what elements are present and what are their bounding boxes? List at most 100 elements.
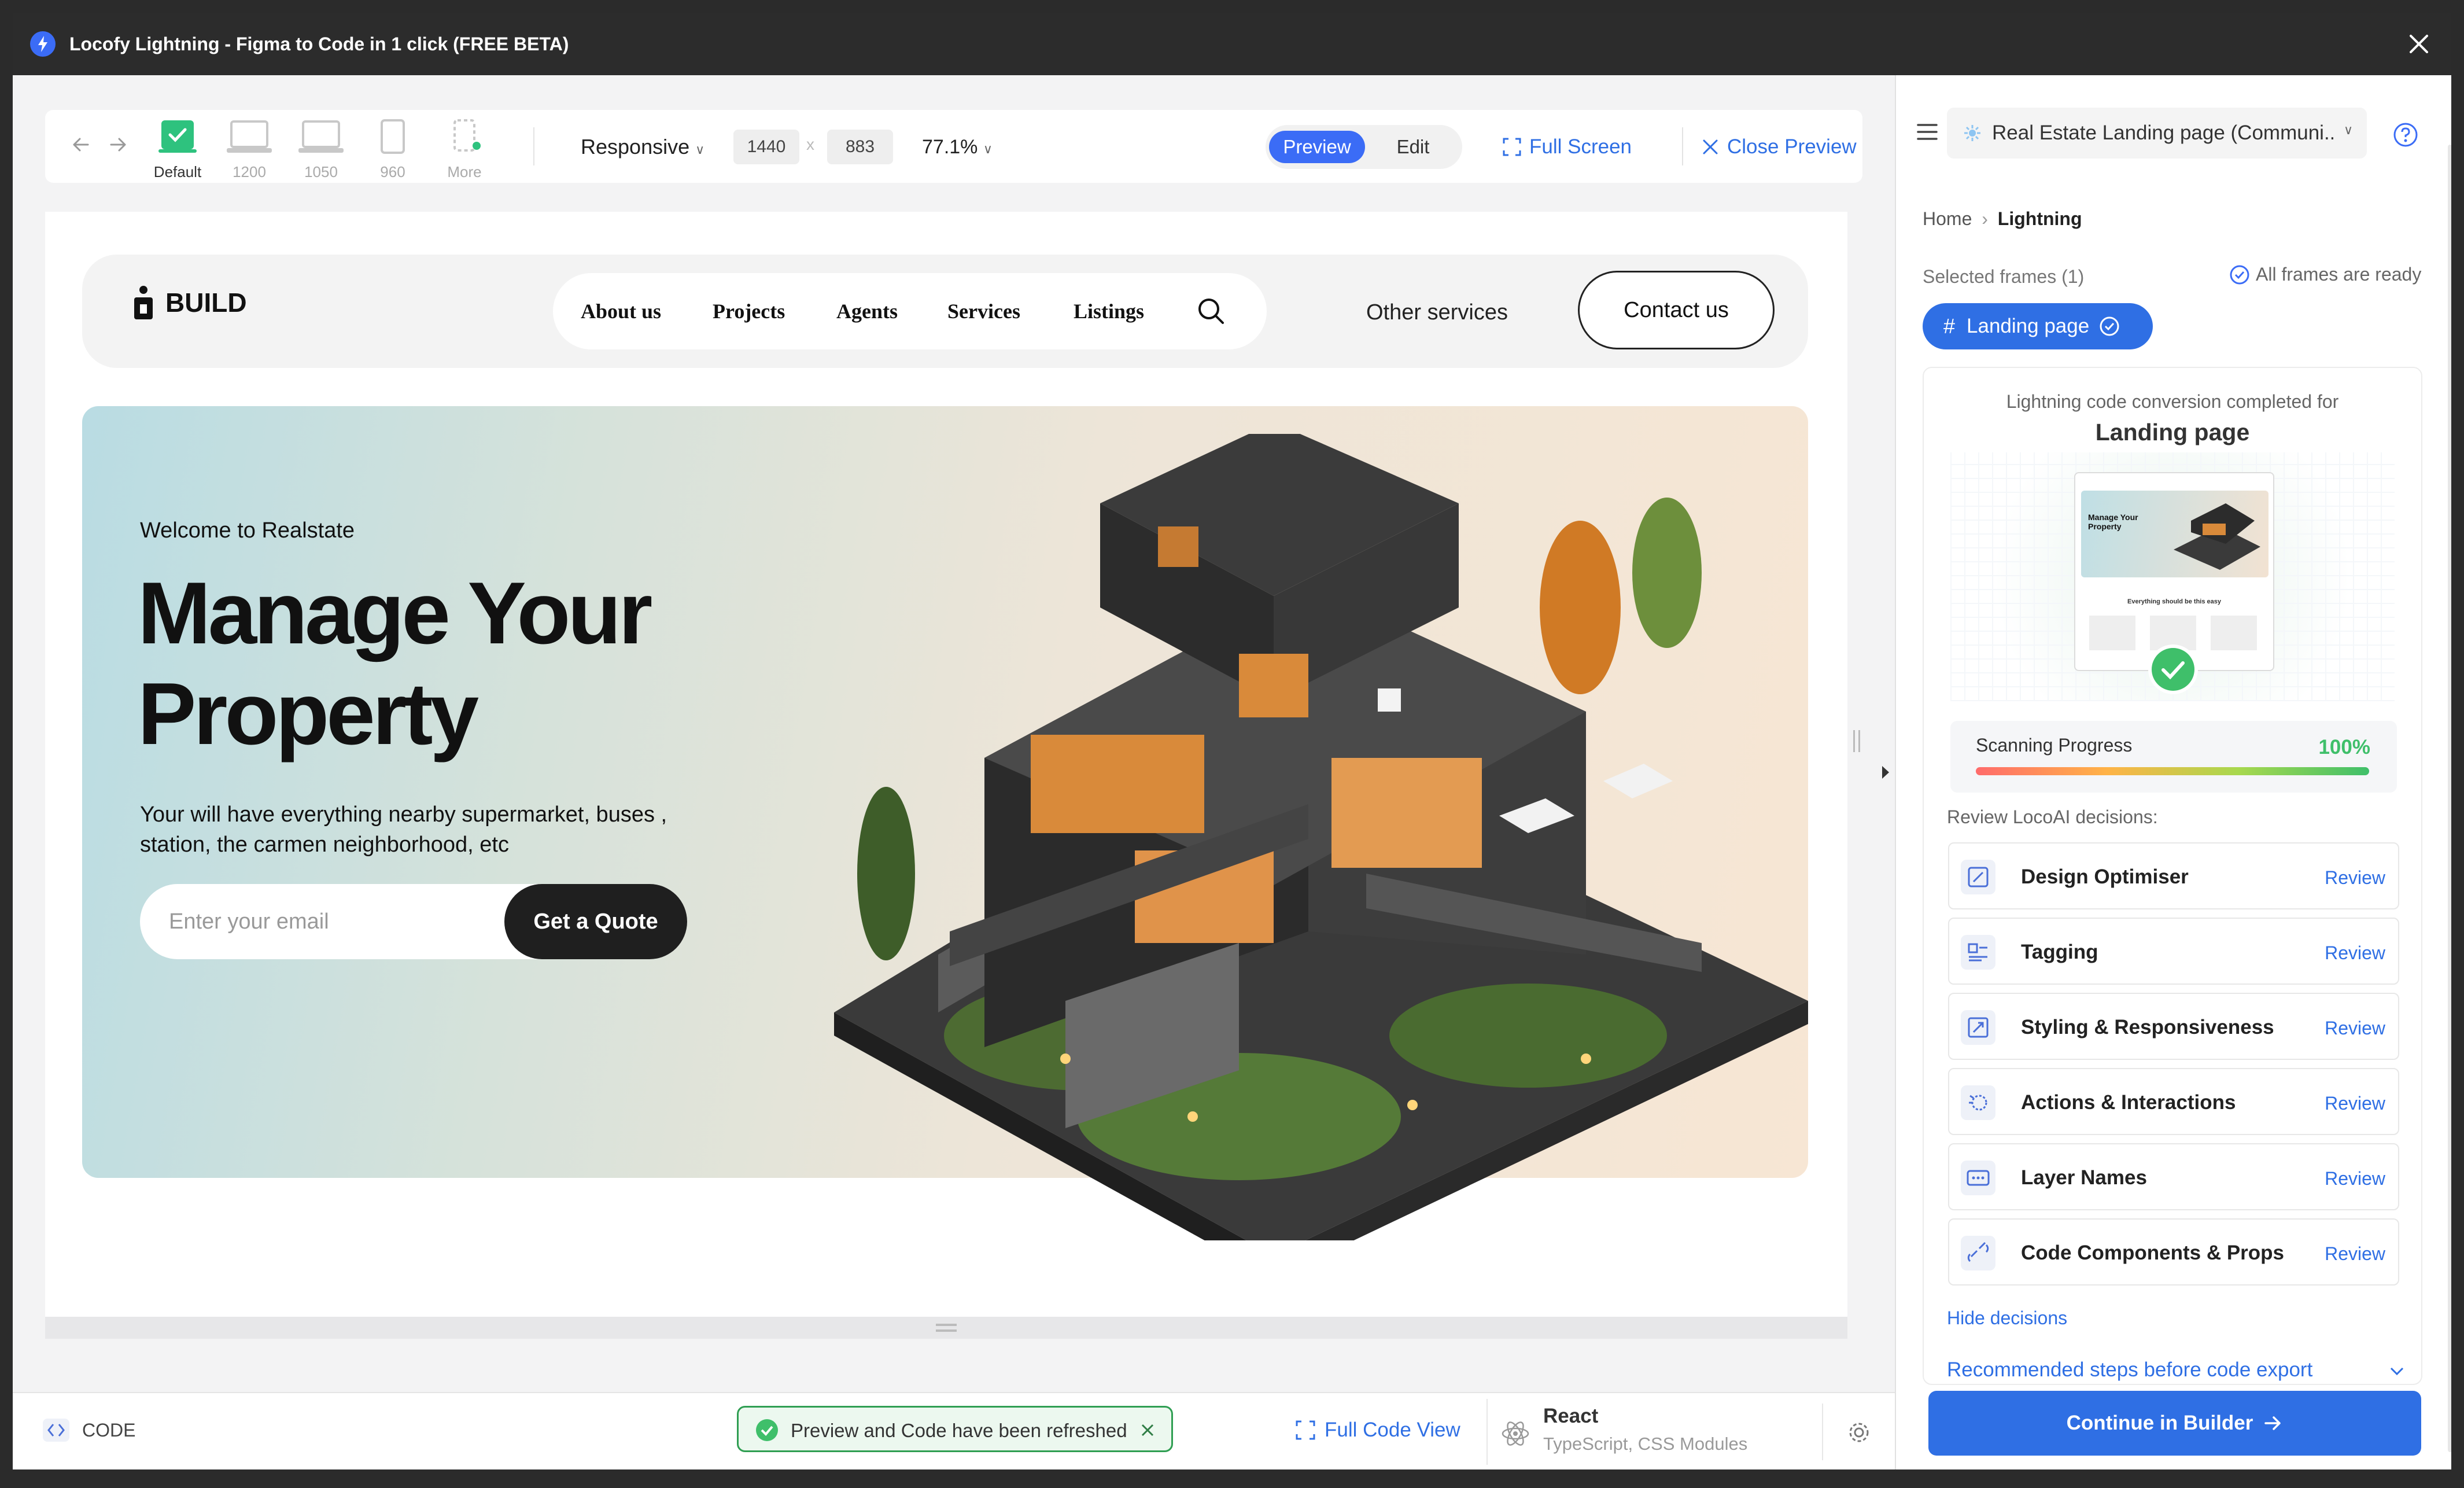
project-select[interactable]: Real Estate Landing page (Communi... ∨ — [1947, 108, 2367, 159]
hamburger-menu-icon[interactable] — [1916, 121, 1939, 142]
progress-value: 100% — [2318, 736, 2370, 758]
success-badge-icon — [2147, 643, 2199, 695]
expand-icon — [1296, 1420, 1315, 1440]
review-link[interactable]: Review — [2325, 1242, 2385, 1266]
nav-listings[interactable]: Listings — [1074, 299, 1144, 324]
check-circle-icon — [2230, 265, 2249, 284]
chevron-right-icon: › — [1982, 208, 1988, 229]
success-check-icon — [755, 1418, 779, 1442]
dismiss-toast-icon[interactable] — [1138, 1420, 1157, 1440]
frame-resize-handle[interactable] — [45, 1317, 1847, 1339]
divider — [533, 127, 534, 165]
code-icon — [43, 1419, 69, 1442]
framework-name: React — [1543, 1405, 1599, 1427]
decision-name: Layer Names — [2021, 1166, 2147, 1189]
frames-ready-label: All frames are ready — [2256, 264, 2422, 285]
device-default[interactable]: Default — [146, 117, 209, 181]
panel-scrollbar[interactable] — [2448, 145, 2451, 1452]
edit-tab[interactable]: Edit — [1375, 131, 1451, 163]
react-icon — [1500, 1419, 1530, 1449]
app-window: Locofy Lightning - Figma to Code in 1 cl… — [13, 13, 2451, 1469]
more-devices-icon — [453, 119, 481, 152]
laptop-icon — [227, 120, 272, 153]
review-link[interactable]: Review — [2325, 1166, 2385, 1191]
breadcrumb-home[interactable]: Home — [1923, 208, 1972, 229]
toast-message: Preview and Code have been refreshed — [791, 1420, 1127, 1441]
check-circle-icon — [2100, 316, 2119, 336]
preview-toolbar: Default 1200 1050 960 More Responsive ∨ … — [45, 110, 1862, 183]
close-icon — [1703, 139, 1718, 154]
recommended-steps-toggle[interactable]: Recommended steps before code export — [1947, 1358, 2312, 1382]
width-input[interactable]: 1440 — [733, 130, 799, 164]
email-input[interactable]: Enter your email — [169, 907, 329, 936]
bottom-bar: CODE Preview and Code have been refreshe… — [13, 1392, 1895, 1469]
progress-fill — [1976, 767, 2369, 775]
device-1050[interactable]: 1050 — [289, 117, 353, 181]
contact-us-button[interactable]: Contact us — [1578, 271, 1775, 349]
hero-headline-line-1: Manage Your — [138, 564, 652, 662]
nav-services[interactable]: Services — [947, 299, 1020, 324]
nav-projects[interactable]: Projects — [713, 299, 785, 324]
back-arrow-icon[interactable] — [68, 132, 94, 157]
forward-arrow-icon[interactable] — [105, 132, 131, 157]
divider — [1822, 1404, 1823, 1460]
close-window-icon[interactable] — [2405, 30, 2433, 58]
device-960[interactable]: 960 — [361, 117, 425, 181]
device-more[interactable]: More — [433, 117, 496, 181]
responsive-select[interactable]: Responsive ∨ — [581, 133, 704, 164]
hero-subtext-line-1: Your will have everything nearby superma… — [140, 802, 667, 827]
continue-in-builder-button[interactable]: Continue in Builder — [1928, 1391, 2421, 1456]
preview-tab[interactable]: Preview — [1269, 131, 1365, 163]
full-code-view-button[interactable]: Full Code View — [1294, 1419, 1460, 1442]
width-drag-handle[interactable] — [1853, 730, 1860, 752]
review-link[interactable]: Review — [2325, 1016, 2385, 1040]
title-bar: Locofy Lightning - Figma to Code in 1 cl… — [13, 13, 2451, 75]
review-link[interactable]: Review — [2325, 941, 2385, 965]
nav-agents[interactable]: Agents — [836, 299, 898, 324]
device-label: 1200 — [233, 163, 266, 181]
device-label: Default — [153, 163, 202, 181]
chevron-down-icon[interactable] — [2386, 1361, 2407, 1382]
brand-logo-icon — [134, 286, 153, 319]
search-icon[interactable] — [1195, 295, 1227, 327]
zoom-select[interactable]: 77.1% ∨ — [922, 133, 993, 163]
code-toggle[interactable]: CODE — [42, 1417, 135, 1443]
settings-gear-icon[interactable] — [1846, 1420, 1872, 1445]
responsive-icon — [1961, 1010, 1995, 1045]
other-services-link[interactable]: Other services — [1366, 299, 1508, 326]
code-label: CODE — [82, 1419, 136, 1441]
email-form: Enter your email Get a Quote — [140, 884, 687, 959]
hero-section: Welcome to Realstate Manage Your Propert… — [82, 406, 1808, 1240]
hero-headline-line-2: Property — [138, 665, 479, 763]
decision-name: Tagging — [2021, 941, 2098, 963]
frame-chip-label: Landing page — [1967, 315, 2090, 337]
decision-tagging: Tagging Review — [1948, 918, 2399, 985]
hide-decisions-link[interactable]: Hide decisions — [1947, 1307, 2067, 1329]
full-screen-button[interactable]: Full Screen — [1502, 133, 1632, 161]
site-logo[interactable]: BUILD — [132, 285, 247, 321]
close-preview-label: Close Preview — [1727, 135, 1857, 158]
device-label: 960 — [380, 163, 405, 181]
collapse-panel-icon[interactable] — [1880, 764, 1891, 781]
frame-chip-landing-page[interactable]: # Landing page — [1923, 303, 2153, 349]
full-code-view-label: Full Code View — [1325, 1419, 1460, 1441]
figma-file-icon — [1963, 124, 1982, 142]
nav-about[interactable]: About us — [581, 299, 661, 324]
progress-track — [1976, 767, 2369, 775]
check-device-icon — [158, 120, 197, 153]
laptop-icon — [298, 120, 344, 153]
house-illustration — [834, 434, 1808, 1240]
close-preview-button[interactable]: Close Preview — [1701, 133, 1857, 161]
breadcrumb-current: Lightning — [1997, 208, 2082, 229]
framework-select[interactable]: React TypeScript, CSS Modules — [1486, 1399, 1886, 1465]
review-link[interactable]: Review — [2325, 1091, 2385, 1115]
help-icon[interactable] — [2392, 121, 2419, 148]
continue-label: Continue in Builder — [2066, 1412, 2253, 1434]
review-link[interactable]: Review — [2325, 865, 2385, 890]
frames-ready-status: All frames are ready — [2229, 264, 2421, 285]
thumbnail-caption: Everything should be this easy — [2127, 598, 2221, 605]
height-input[interactable]: 883 — [827, 130, 893, 164]
get-quote-button[interactable]: Get a Quote — [504, 884, 687, 959]
thumbnail-house — [2174, 503, 2260, 570]
device-1200[interactable]: 1200 — [217, 117, 281, 181]
